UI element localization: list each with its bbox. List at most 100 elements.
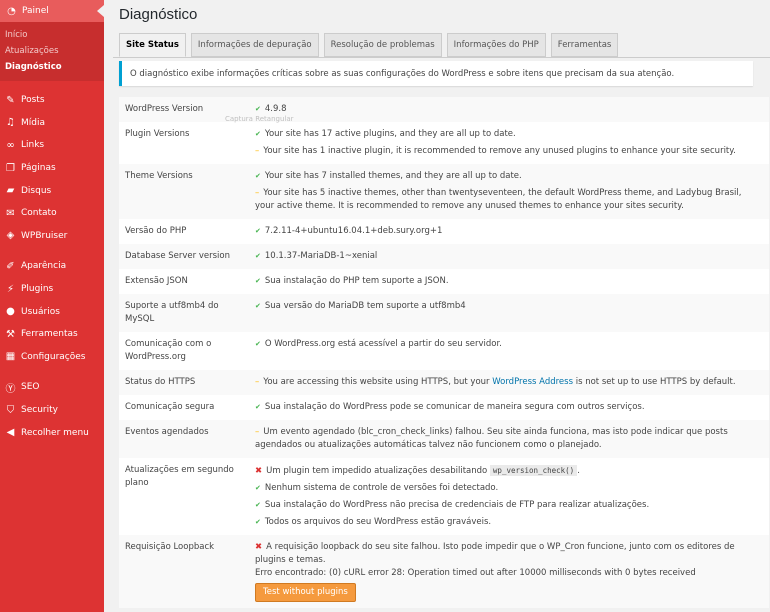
collapse-icon: ◀	[6, 427, 15, 439]
sidebar-item-usuarios[interactable]: ● Usuários	[0, 300, 104, 323]
row-value: ✔ 10.1.37-MariaDB-1~xenial	[249, 244, 769, 269]
sidebar-item-paginas[interactable]: ❐ Páginas	[0, 157, 104, 180]
row-label: Atualizações em segundo plano	[125, 465, 234, 488]
row-value: ✖ A requisição loopback do seu site falho…	[249, 535, 769, 608]
sidebar-item-label: SEO	[21, 382, 40, 393]
row-label: Comunicação com o WordPress.org	[125, 339, 212, 362]
row-label: Extensão JSON	[125, 276, 188, 286]
sidebar-item-label: Usuários	[21, 306, 60, 317]
check-icon: ✔	[255, 227, 261, 235]
sidebar-item-recolher-menu[interactable]: ◀ Recolher menu	[0, 421, 104, 444]
row-label: Suporte a utf8mb4 do MySQL	[119, 294, 249, 332]
sidebar-item-label: Páginas	[21, 163, 56, 174]
sidebar-item-links[interactable]: ∞ Links	[0, 134, 104, 157]
submenu-item-inicio[interactable]: Início	[0, 27, 104, 43]
table-row: Extensão JSON ✔ Sua instalação do PHP tem…	[119, 269, 769, 294]
table-row: Comunicação com o WordPress.org ✔ O WordP…	[119, 332, 769, 370]
row-label: Plugin Versions	[125, 129, 190, 139]
row-value: ✔ Sua instalação do PHP tem suporte a JSO…	[255, 276, 449, 286]
tab-site-status[interactable]: Site Status	[119, 33, 186, 57]
media-icon: ♫	[6, 117, 15, 129]
sidebar-item-seo[interactable]: Ⓨ SEO	[0, 376, 104, 399]
sidebar-item-label: Ferramentas	[21, 329, 78, 340]
check-icon: ✔	[255, 518, 261, 526]
mail-icon: ✉	[6, 207, 15, 219]
table-row: Suporte a utf8mb4 do MySQL ✔ Sua versão d…	[119, 294, 769, 332]
submenu-item-diagnostico[interactable]: Diagnóstico	[0, 59, 104, 75]
table-row: Requisição Loopback ✖ A requisição loopba…	[119, 535, 769, 608]
warning-dash-icon: –	[255, 427, 260, 437]
sidebar-item-label: Disqus	[21, 185, 52, 196]
row-value: ✖ Um plugin tem impedido atualizações des…	[255, 465, 650, 527]
row-label: Requisição Loopback	[119, 535, 249, 608]
check-icon: ✔	[255, 130, 261, 138]
sidebar-item-label: Links	[21, 140, 45, 151]
users-icon: ●	[6, 306, 15, 318]
table-row: Theme Versions ✔ Your site has 7 installe…	[119, 164, 769, 219]
sidebar-item-wpbruiser[interactable]: ◈ WPBruiser	[0, 225, 104, 248]
sidebar-item-configuracoes[interactable]: ▦ Configurações	[0, 346, 104, 369]
tab-php-info[interactable]: Informações do PHP	[446, 33, 546, 57]
sidebar-item-posts[interactable]: ✎ Posts	[0, 89, 104, 112]
sidebar-item-security[interactable]: ⛉ Security	[0, 399, 104, 422]
sidebar-item-label: Recolher menu	[21, 427, 89, 438]
table-row: Eventos agendados – Um evento agendado (b…	[119, 420, 769, 458]
table-row: Atualizações em segundo plano ✖ Um plugin…	[119, 458, 769, 535]
check-icon: ✔	[255, 302, 261, 310]
check-icon: ✔	[255, 403, 261, 411]
pages-icon: ❐	[6, 162, 15, 174]
table-row: WordPress Version ✔ 4.9.8	[119, 97, 769, 122]
sidebar-item-label: Plugins	[21, 284, 54, 295]
security-shield-icon: ⛉	[6, 404, 15, 416]
sidebar-item-label: Posts	[21, 95, 45, 106]
row-value: ✔ Your site has 17 active plugins, and th…	[255, 129, 736, 156]
row-value: ✔ Your site has 7 installed themes, and t…	[249, 164, 769, 219]
row-label: Theme Versions	[119, 164, 249, 219]
sidebar-item-contato[interactable]: ✉ Contato	[0, 202, 104, 225]
row-label: Versão do PHP	[125, 226, 187, 236]
table-row: Versão do PHP ✔ 7.2.11-4+ubuntu16.04.1+de…	[119, 219, 769, 244]
sidebar-item-painel[interactable]: ◔ Painel	[0, 0, 104, 22]
test-without-plugins-button[interactable]: Test without plugins	[255, 583, 356, 602]
row-value: ✔ O WordPress.org está acessível a partir…	[255, 339, 502, 349]
row-value: ✔ 4.9.8	[249, 97, 769, 122]
sidebar-item-disqus[interactable]: ▰ Disqus	[0, 179, 104, 202]
sidebar-item-label: Mídia	[21, 117, 45, 128]
main-content: Diagnóstico Site Status Informações de d…	[104, 0, 770, 612]
row-value: ✔ Sua versão do MariaDB tem suporte a utf…	[249, 294, 769, 332]
table-row: Database Server version ✔ 10.1.37-MariaDB…	[119, 244, 769, 269]
faint-tooltip: Captura Retangular	[225, 115, 294, 123]
row-value: ✔ 7.2.11-4+ubuntu16.04.1+deb.sury.org+1	[255, 226, 443, 236]
sidebar-item-label: Contato	[21, 208, 57, 219]
sidebar-item-ferramentas[interactable]: ⚒ Ferramentas	[0, 323, 104, 346]
tab-debug-info[interactable]: Informações de depuração	[190, 33, 319, 57]
sidebar-item-label: Configurações	[21, 351, 86, 362]
tab-bar: Site Status Informações de depuração Res…	[119, 33, 623, 57]
sidebar-item-label: Security	[21, 405, 58, 416]
settings-icon: ▦	[5, 351, 16, 363]
row-label: Comunicação segura	[125, 402, 215, 412]
sidebar-item-aparencia[interactable]: ✐ Aparência	[0, 255, 104, 278]
table-row: Comunicação segura ✔ Sua instalação do Wo…	[119, 395, 769, 420]
wrench-icon: ⚒	[6, 328, 15, 340]
wordpress-address-link[interactable]: WordPress Address	[492, 377, 573, 387]
table-row: Status do HTTPS – You are accessing this …	[119, 370, 769, 395]
code-snippet: wp_version_check()	[489, 465, 578, 476]
tab-tools[interactable]: Ferramentas	[550, 33, 619, 57]
sidebar-item-plugins[interactable]: ⚡ Plugins	[0, 278, 104, 301]
submenu-item-atualizacoes[interactable]: Atualizações	[0, 43, 104, 59]
row-label: Database Server version	[119, 244, 249, 269]
error-x-icon: ✖	[255, 466, 263, 476]
sidebar-item-label: WPBruiser	[21, 230, 68, 241]
warning-dash-icon: –	[255, 188, 260, 198]
tab-troubleshooting[interactable]: Resolução de problemas	[323, 33, 442, 57]
check-icon: ✔	[255, 277, 261, 285]
page-title: Diagnóstico	[119, 6, 198, 23]
check-icon: ✔	[255, 484, 261, 492]
table-row: Plugin Versions ✔ Your site has 17 active…	[119, 122, 769, 164]
sidebar-item-midia[interactable]: ♫ Mídia	[0, 112, 104, 135]
site-status-table: WordPress Version ✔ 4.9.8 Plugin Versions…	[119, 97, 769, 608]
row-value: – Um evento agendado (blc_cron_check_link…	[249, 420, 769, 458]
comment-icon: ▰	[6, 185, 15, 197]
error-x-icon: ✖	[255, 542, 263, 552]
